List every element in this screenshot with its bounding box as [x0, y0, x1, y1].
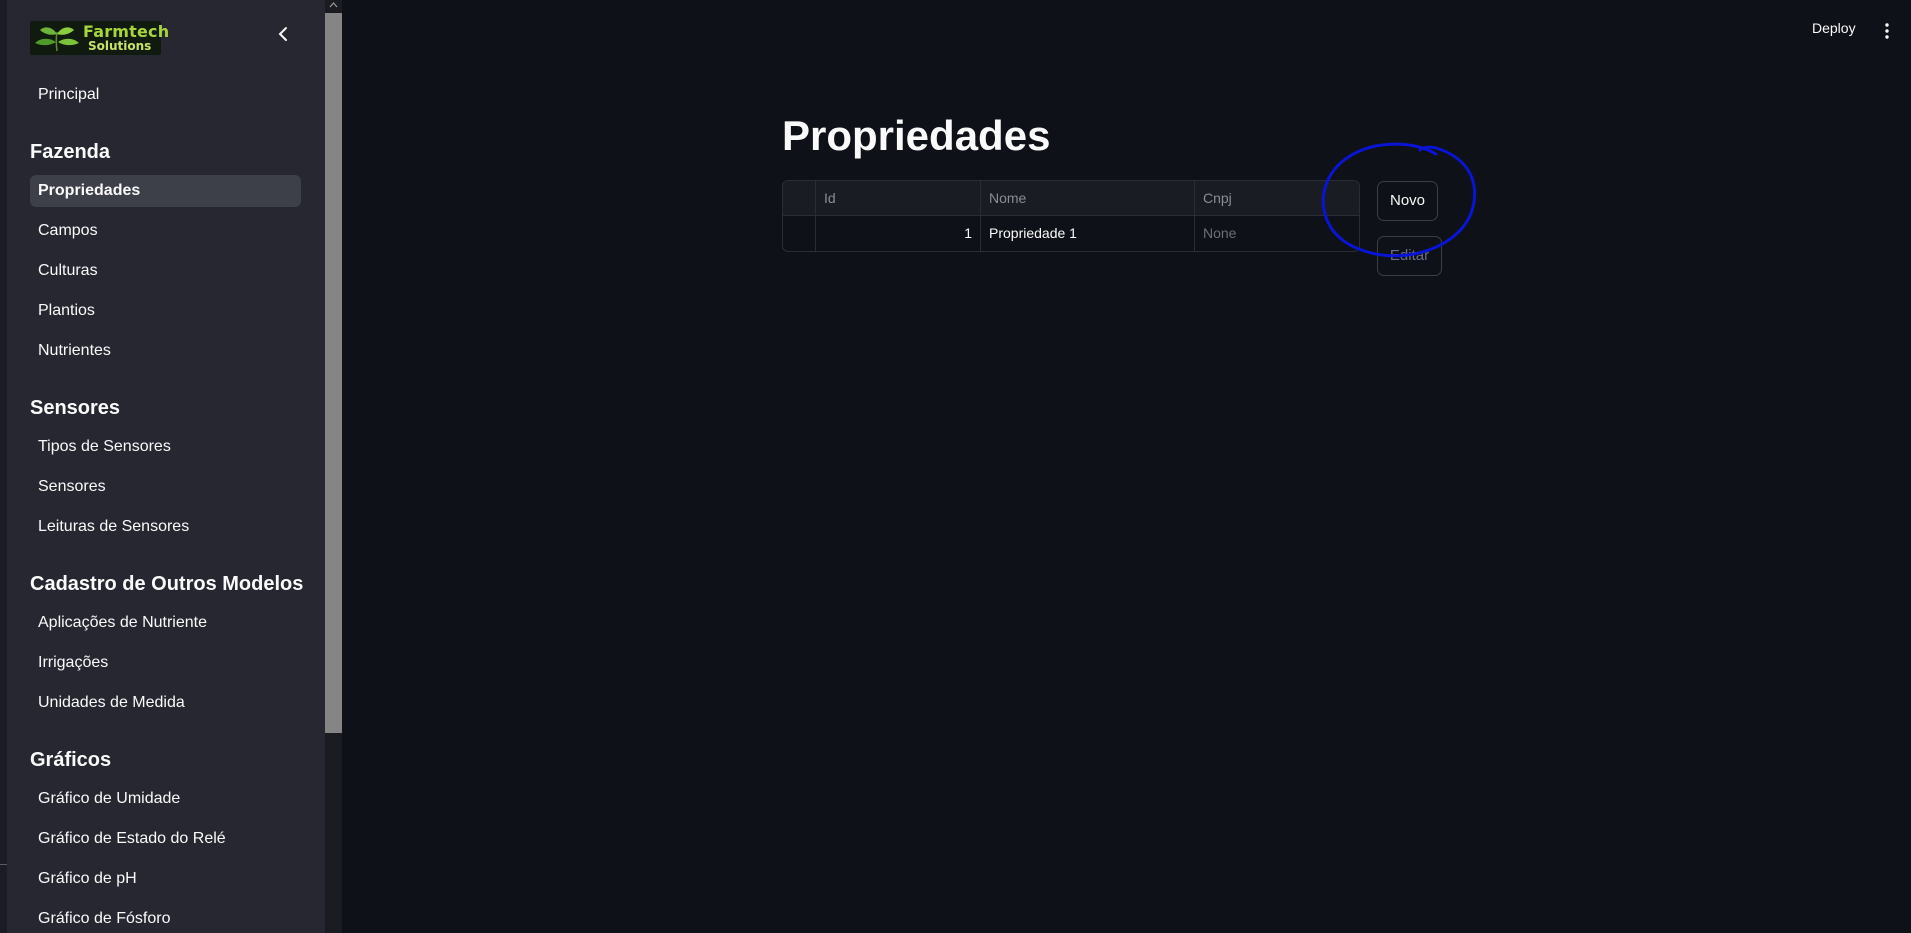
- sidebar-item-culturas[interactable]: Culturas: [30, 255, 301, 287]
- sidebar-item-plantios[interactable]: Plantios: [30, 295, 301, 327]
- sidebar-item-aplicacoes-de-nutriente[interactable]: Aplicações de Nutriente: [30, 607, 301, 639]
- sidebar-scrollbar[interactable]: [325, 0, 342, 933]
- chevron-left-icon: [278, 27, 287, 41]
- sidebar-item-tipos-de-sensores[interactable]: Tipos de Sensores: [30, 431, 301, 463]
- table-index-header: [783, 181, 816, 216]
- scroll-up-arrow-icon[interactable]: [329, 1, 338, 9]
- app-window: Farmtech Solutions Principal Fazenda Pro…: [0, 0, 1911, 933]
- sidebar-item-irrigacoes[interactable]: Irrigações: [30, 647, 301, 679]
- section-title-fazenda: Fazenda: [30, 141, 111, 163]
- sidebar-item-principal[interactable]: Principal: [30, 79, 301, 111]
- section-title-cadastro: Cadastro de Outros Modelos: [30, 573, 304, 595]
- scrollbar-thumb[interactable]: [325, 13, 342, 733]
- leaf-logo-icon: [35, 27, 79, 52]
- sidebar-item-sensores[interactable]: Sensores: [30, 471, 301, 503]
- sidebar-item-nutrientes[interactable]: Nutrientes: [30, 335, 301, 367]
- properties-table: Id Nome Cnpj 1 Propriedade 1 None: [782, 180, 1360, 252]
- deploy-button[interactable]: Deploy: [1812, 20, 1856, 36]
- hand-drawn-circle-annotation: [1321, 142, 1477, 258]
- column-header-id[interactable]: Id: [816, 181, 981, 216]
- sidebar-item-propriedades[interactable]: Propriedades: [30, 175, 301, 207]
- kebab-menu-icon[interactable]: [1880, 21, 1894, 41]
- column-header-nome[interactable]: Nome: [981, 181, 1195, 216]
- sidebar-item-grafico-ph[interactable]: Gráfico de pH: [30, 863, 301, 895]
- section-title-sensores: Sensores: [30, 397, 121, 419]
- table-cell-id[interactable]: 1: [816, 216, 981, 251]
- sidebar-item-grafico-umidade[interactable]: Gráfico de Umidade: [30, 783, 301, 815]
- app-logo[interactable]: Farmtech Solutions: [30, 21, 169, 55]
- edge-divider: [0, 864, 7, 865]
- page-title: Propriedades: [782, 112, 1051, 159]
- sidebar-item-grafico-rele[interactable]: Gráfico de Estado do Relé: [30, 823, 301, 855]
- sidebar-item-unidades-de-medida[interactable]: Unidades de Medida: [30, 687, 301, 719]
- sidebar-item-grafico-fosforo[interactable]: Gráfico de Fósforo: [30, 903, 301, 933]
- left-edge-strip: [0, 0, 7, 933]
- sidebar: Farmtech Solutions Principal Fazenda Pro…: [7, 0, 325, 933]
- section-title-graficos: Gráficos: [30, 749, 112, 771]
- table-cell-nome[interactable]: Propriedade 1: [981, 216, 1195, 251]
- collapse-sidebar-button[interactable]: [273, 24, 293, 44]
- sidebar-item-leituras-de-sensores[interactable]: Leituras de Sensores: [30, 511, 301, 543]
- logo-subtitle: Solutions: [88, 39, 152, 53]
- sidebar-item-campos[interactable]: Campos: [30, 215, 301, 247]
- table-row-index[interactable]: [783, 216, 816, 251]
